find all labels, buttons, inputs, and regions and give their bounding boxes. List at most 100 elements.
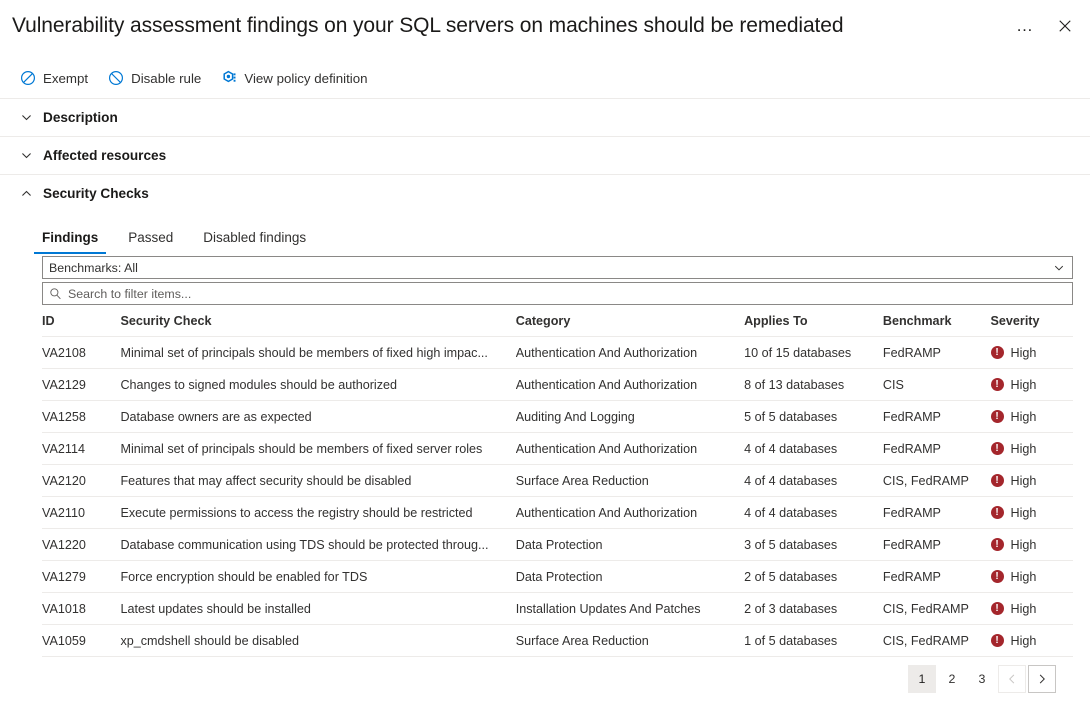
cell-id: VA2129 <box>42 369 120 401</box>
severity-exclamation-glyph: ! <box>995 379 998 390</box>
table-row[interactable]: VA1018Latest updates should be installed… <box>42 593 1073 625</box>
exempt-button[interactable]: Exempt <box>12 63 96 93</box>
cell-benchmark: CIS <box>883 369 991 401</box>
severity-exclamation-glyph: ! <box>995 603 998 614</box>
cell-security-check: Force encryption should be enabled for T… <box>120 561 515 593</box>
page-button-3[interactable]: 3 <box>968 665 996 693</box>
severity-badge: !High <box>991 538 1074 552</box>
table-row[interactable]: VA1279Force encryption should be enabled… <box>42 561 1073 593</box>
cell-applies-to: 1 of 5 databases <box>744 625 883 657</box>
severity-badge: !High <box>991 346 1074 360</box>
findings-table: ID Security Check Category Applies To Be… <box>42 314 1073 657</box>
table-row[interactable]: VA2120Features that may affect security … <box>42 465 1073 497</box>
cell-benchmark: FedRAMP <box>883 337 991 369</box>
table-row[interactable]: VA2129Changes to signed modules should b… <box>42 369 1073 401</box>
chevron-up-icon <box>20 187 33 200</box>
page-title: Vulnerability assessment findings on you… <box>12 12 1090 40</box>
close-icon[interactable] <box>1048 10 1082 42</box>
tab-findings[interactable]: Findings <box>34 230 106 254</box>
cell-benchmark: CIS, FedRAMP <box>883 625 991 657</box>
cell-applies-to: 4 of 4 databases <box>744 465 883 497</box>
table-row[interactable]: VA2108Minimal set of principals should b… <box>42 337 1073 369</box>
severity-high-icon: ! <box>991 602 1004 615</box>
severity-label: High <box>1011 346 1037 360</box>
cell-benchmark: FedRAMP <box>883 401 991 433</box>
cell-id: VA2108 <box>42 337 120 369</box>
table-row[interactable]: VA1220Database communication using TDS s… <box>42 529 1073 561</box>
table-row[interactable]: VA2110Execute permissions to access the … <box>42 497 1073 529</box>
column-header-category[interactable]: Category <box>516 314 744 337</box>
cell-security-check: Latest updates should be installed <box>120 593 515 625</box>
page-button-2[interactable]: 2 <box>938 665 966 693</box>
cell-applies-to: 2 of 3 databases <box>744 593 883 625</box>
section-affected-resources[interactable]: Affected resources <box>0 137 1090 174</box>
findings-table-container: ID Security Check Category Applies To Be… <box>0 314 1090 693</box>
severity-exclamation-glyph: ! <box>995 571 998 582</box>
section-security-checks-label: Security Checks <box>43 186 149 201</box>
cell-benchmark: FedRAMP <box>883 529 991 561</box>
severity-exclamation-glyph: ! <box>995 635 998 646</box>
disable-rule-button[interactable]: Disable rule <box>100 63 209 93</box>
more-options-icon[interactable]: … <box>1008 10 1042 42</box>
table-header-row: ID Security Check Category Applies To Be… <box>42 314 1073 337</box>
chevron-down-icon <box>1053 262 1065 274</box>
severity-exclamation-glyph: ! <box>995 411 998 422</box>
cell-applies-to: 5 of 5 databases <box>744 401 883 433</box>
table-row[interactable]: VA1059xp_cmdshell should be disabledSurf… <box>42 625 1073 657</box>
search-input[interactable] <box>68 287 1066 301</box>
page-button-1[interactable]: 1 <box>908 665 936 693</box>
cell-id: VA2114 <box>42 433 120 465</box>
cell-category: Installation Updates And Patches <box>516 593 744 625</box>
title-action-group: … <box>1008 10 1082 42</box>
cell-id: VA2110 <box>42 497 120 529</box>
table-body: VA2108 Minimal set of principals should b… <box>42 337 1073 657</box>
table-row[interactable]: VA2114Minimal set of principals should b… <box>42 433 1073 465</box>
cell-security-check: Minimal set of principals should be memb… <box>120 433 515 465</box>
severity-badge: !High <box>991 378 1074 392</box>
severity-high-icon: ! <box>991 378 1004 391</box>
severity-label: High <box>1011 506 1037 520</box>
severity-exclamation-glyph: ! <box>995 475 998 486</box>
cell-applies-to: 8 of 13 databases <box>744 369 883 401</box>
tab-passed[interactable]: Passed <box>120 230 181 254</box>
cell-applies-to: 2 of 5 databases <box>744 561 883 593</box>
severity-exclamation-glyph: ! <box>995 507 998 518</box>
cell-security-check: Execute permissions to access the regist… <box>120 497 515 529</box>
search-box[interactable] <box>42 282 1073 305</box>
view-policy-definition-button[interactable]: View policy definition <box>213 63 375 93</box>
table-row[interactable]: VA1258Database owners are as expectedAud… <box>42 401 1073 433</box>
column-header-severity[interactable]: Severity <box>991 314 1074 337</box>
severity-high-icon: ! <box>991 634 1004 647</box>
benchmarks-dropdown[interactable]: Benchmarks: All <box>42 256 1073 279</box>
cell-applies-to: 10 of 15 databases <box>744 337 883 369</box>
column-header-id[interactable]: ID <box>42 314 120 337</box>
column-header-benchmark[interactable]: Benchmark <box>883 314 991 337</box>
cell-severity: !High <box>991 465 1074 497</box>
exempt-icon <box>20 70 36 86</box>
next-page-button[interactable] <box>1028 665 1056 693</box>
section-description[interactable]: Description <box>0 99 1090 136</box>
severity-label: High <box>1011 410 1037 424</box>
pagination: 1 2 3 <box>42 657 1073 693</box>
search-icon <box>49 287 62 300</box>
severity-label: High <box>1011 634 1037 648</box>
benchmarks-dropdown-value: Benchmarks: All <box>49 261 138 275</box>
severity-badge: !High <box>991 570 1074 584</box>
cell-category: Authentication And Authorization <box>516 433 744 465</box>
severity-badge: ! High <box>991 410 1074 424</box>
column-header-security-check[interactable]: Security Check <box>120 314 515 337</box>
cell-severity: !High <box>991 369 1074 401</box>
cell-benchmark: CIS, FedRAMP <box>883 465 991 497</box>
chevron-down-icon <box>20 111 33 124</box>
cell-benchmark: FedRAMP <box>883 497 991 529</box>
column-header-applies-to[interactable]: Applies To <box>744 314 883 337</box>
tab-disabled-findings[interactable]: Disabled findings <box>195 230 314 254</box>
severity-label: High <box>1011 602 1037 616</box>
severity-exclamation-glyph: ! <box>995 539 998 550</box>
cell-applies-to: 3 of 5 databases <box>744 529 883 561</box>
severity-label: High <box>1011 442 1037 456</box>
section-security-checks[interactable]: Security Checks <box>0 175 1090 212</box>
cell-id: VA1059 <box>42 625 120 657</box>
disable-rule-label: Disable rule <box>131 71 201 86</box>
cell-category: Auditing And Logging <box>516 401 744 433</box>
